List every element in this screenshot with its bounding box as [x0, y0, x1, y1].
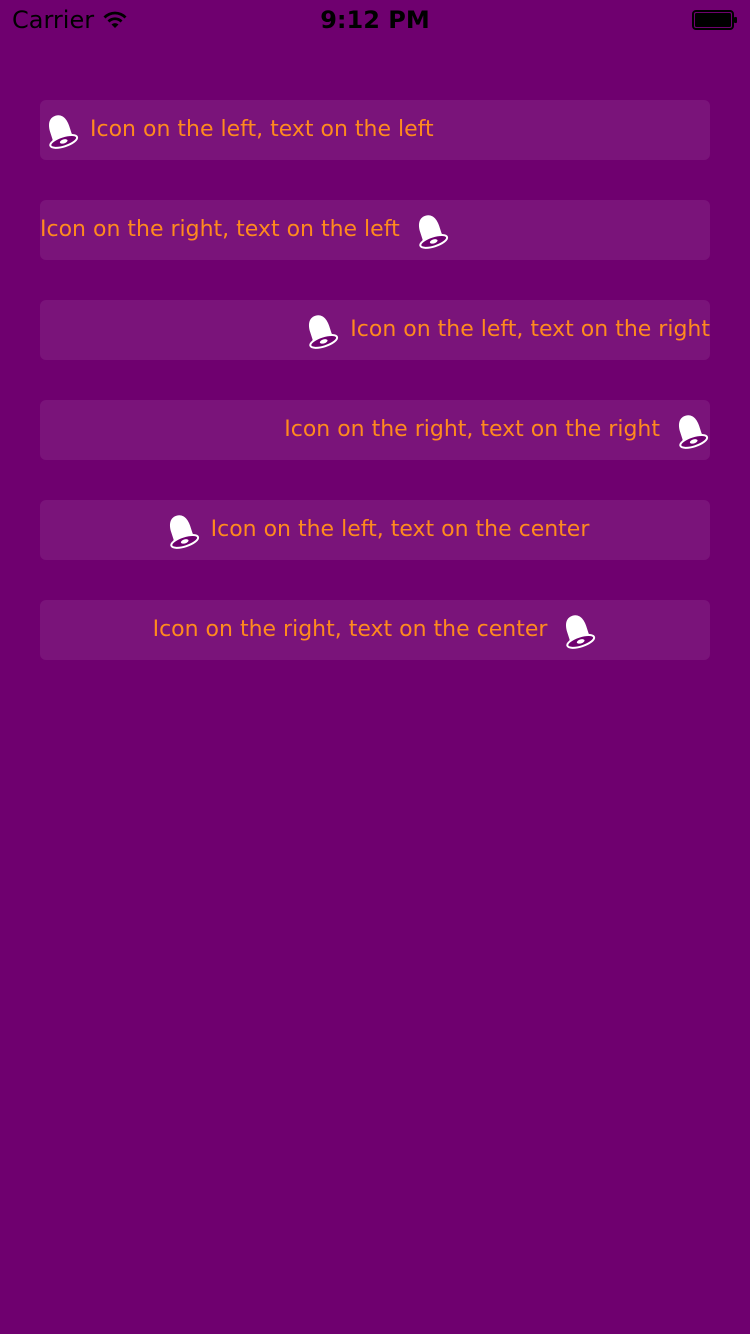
- bell-icon: [557, 610, 597, 650]
- icon-right-text-left-button[interactable]: Icon on the right, text on the left: [40, 200, 710, 260]
- button-label: Icon on the right, text on the left: [40, 217, 400, 242]
- status-bar: Carrier 9:12 PM: [0, 0, 750, 40]
- icon-left-text-center-button[interactable]: Icon on the left, text on the center: [40, 500, 710, 560]
- bell-icon: [161, 510, 201, 550]
- button-label: Icon on the right, text on the center: [152, 617, 548, 642]
- bell-icon: [40, 110, 80, 150]
- button-label: Icon on the right, text on the right: [284, 417, 660, 442]
- icon-left-text-left-button[interactable]: Icon on the left, text on the left: [40, 100, 710, 160]
- button-label: Icon on the left, text on the right: [350, 317, 710, 342]
- status-time: 9:12 PM: [320, 6, 430, 34]
- bell-icon: [670, 410, 710, 450]
- button-list: Icon on the left, text on the left Icon …: [40, 100, 710, 700]
- button-label: Icon on the left, text on the left: [90, 117, 434, 142]
- bell-icon: [300, 310, 340, 350]
- icon-right-text-right-button[interactable]: Icon on the right, text on the right: [40, 400, 710, 460]
- icon-left-text-right-button[interactable]: Icon on the left, text on the right: [40, 300, 710, 360]
- icon-right-text-center-button[interactable]: Icon on the right, text on the center: [40, 600, 710, 660]
- battery-icon: [692, 10, 738, 30]
- bell-icon: [410, 210, 450, 250]
- button-label: Icon on the left, text on the center: [210, 517, 590, 542]
